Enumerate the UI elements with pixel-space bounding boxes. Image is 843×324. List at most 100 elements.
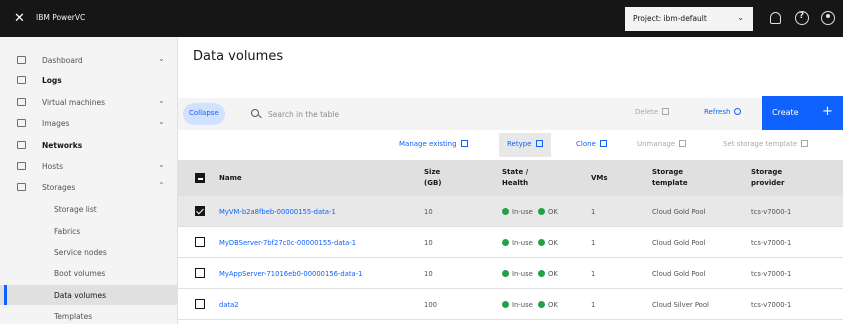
health-ok-icon bbox=[537, 239, 545, 246]
table-row[interactable]: data2 100 In-use OK 1 Cloud Silver Pool … bbox=[178, 289, 843, 320]
help-icon[interactable] bbox=[795, 11, 809, 25]
volume-size: 10 bbox=[424, 208, 433, 216]
unmanage-icon bbox=[679, 140, 687, 147]
sidebar-subitem-storage-list[interactable]: Storage list bbox=[0, 199, 178, 219]
row-checkbox[interactable] bbox=[195, 268, 205, 278]
sidebar-subitem-label: Data volumes bbox=[54, 291, 106, 300]
unmanage-label: Unmanage bbox=[637, 140, 676, 148]
project-selector[interactable]: Project: ibm-default ⌄ bbox=[625, 7, 753, 31]
logs-icon bbox=[17, 76, 26, 84]
column-header-name[interactable]: Name bbox=[219, 173, 242, 184]
column-header-size[interactable]: Size (GB) bbox=[424, 167, 452, 189]
delete-label: Delete bbox=[635, 108, 658, 116]
row-checkbox[interactable] bbox=[195, 206, 205, 216]
clone-icon bbox=[599, 140, 607, 147]
sidebar-item-logs[interactable]: Logs bbox=[0, 70, 178, 90]
app-name: IBM PowerVC bbox=[36, 13, 86, 22]
sidebar-nav: Dashboard ⌄ Logs Virtual machines ⌄ Imag… bbox=[0, 37, 178, 324]
row-checkbox[interactable] bbox=[195, 299, 205, 309]
collapse-button[interactable]: Collapse bbox=[183, 103, 225, 125]
table-row[interactable]: MyVM-b2a8fbeb-00000155-data-1 10 In-use … bbox=[178, 196, 843, 227]
column-header-storage-template[interactable]: Storage template bbox=[652, 167, 702, 189]
retype-icon bbox=[535, 140, 543, 147]
volume-template: Cloud Gold Pool bbox=[652, 270, 706, 278]
volume-name-link[interactable]: MyAppServer-71016eb0-00000156-data-1 bbox=[219, 270, 363, 278]
state-text: In-use bbox=[512, 270, 533, 278]
network-icon bbox=[17, 141, 26, 149]
volume-name-link[interactable]: data2 bbox=[219, 301, 239, 309]
health-ok-icon bbox=[537, 208, 545, 215]
volume-provider: tcs-v7000-1 bbox=[751, 301, 792, 309]
select-all-checkbox[interactable] bbox=[195, 173, 205, 183]
table-row[interactable]: MyAppServer-71016eb0-00000156-data-1 10 … bbox=[178, 258, 843, 289]
clone-button[interactable]: Clone bbox=[576, 140, 607, 148]
plus-icon: + bbox=[822, 104, 833, 119]
status-ok-icon bbox=[502, 239, 509, 246]
sidebar-item-label: Networks bbox=[42, 141, 83, 150]
project-label: Project: ibm-default bbox=[633, 14, 707, 23]
sidebar-subitem-fabrics[interactable]: Fabrics bbox=[0, 221, 178, 241]
create-label: Create bbox=[772, 108, 799, 117]
column-header-state[interactable]: State / Health bbox=[502, 167, 544, 189]
volume-size: 10 bbox=[424, 270, 433, 278]
sidebar-subitem-label: Service nodes bbox=[54, 248, 107, 257]
chevron-down-icon: ⌄ bbox=[158, 96, 165, 105]
volume-name-link[interactable]: MyVM-b2a8fbeb-00000155-data-1 bbox=[219, 208, 336, 216]
row-checkbox[interactable] bbox=[195, 237, 205, 247]
sidebar-subitem-boot-volumes[interactable]: Boot volumes bbox=[0, 263, 178, 283]
volume-template: Cloud Silver Pool bbox=[652, 301, 709, 309]
clone-label: Clone bbox=[576, 140, 596, 148]
search-icon bbox=[251, 109, 259, 117]
health-ok-icon bbox=[537, 301, 545, 308]
health-ok-icon bbox=[537, 270, 545, 277]
notification-icon[interactable] bbox=[770, 12, 781, 24]
edit-icon bbox=[801, 140, 809, 147]
sidebar-item-virtual-machines[interactable]: Virtual machines ⌄ bbox=[0, 92, 178, 112]
set-storage-template-button[interactable]: Set storage template bbox=[723, 140, 809, 148]
volume-name-link[interactable]: MyDBServer-7bf27c0c-00000155-data-1 bbox=[219, 239, 356, 247]
volume-size: 10 bbox=[424, 239, 433, 247]
chevron-down-icon: ⌄ bbox=[158, 54, 165, 63]
sidebar-item-dashboard[interactable]: Dashboard ⌄ bbox=[0, 50, 178, 70]
row-actions-bar: Manage existing Retype Clone Unmanage Se… bbox=[178, 133, 843, 157]
volume-vms: 1 bbox=[591, 239, 596, 247]
delete-button[interactable]: Delete bbox=[635, 108, 669, 116]
unmanage-button[interactable]: Unmanage bbox=[637, 140, 687, 148]
volume-provider: tcs-v7000-1 bbox=[751, 239, 792, 247]
volume-state: In-use OK bbox=[502, 208, 558, 216]
page-title: Data volumes bbox=[193, 49, 284, 64]
sidebar-item-label: Storages bbox=[42, 183, 76, 192]
health-text: OK bbox=[547, 301, 558, 309]
volume-vms: 1 bbox=[591, 301, 596, 309]
sidebar-subitem-data-volumes[interactable]: Data volumes bbox=[0, 285, 178, 305]
sidebar-subitem-templates[interactable]: Templates bbox=[0, 306, 178, 324]
sidebar-subitem-service-nodes[interactable]: Service nodes bbox=[0, 242, 178, 262]
chevron-up-icon: ⌃ bbox=[158, 181, 165, 190]
status-ok-icon bbox=[502, 270, 509, 277]
create-button[interactable]: Create + bbox=[762, 96, 843, 130]
column-header-vms[interactable]: VMs bbox=[591, 173, 608, 184]
column-header-storage-provider[interactable]: Storage provider bbox=[751, 167, 801, 189]
close-icon[interactable]: ✕ bbox=[14, 11, 25, 26]
chevron-down-icon: ⌄ bbox=[158, 117, 165, 126]
search-input[interactable] bbox=[268, 107, 468, 121]
sidebar-subitem-label: Templates bbox=[54, 312, 93, 321]
sidebar-item-networks[interactable]: Networks bbox=[0, 135, 178, 155]
sidebar-item-images[interactable]: Images ⌄ bbox=[0, 113, 178, 133]
hosts-icon bbox=[17, 162, 26, 170]
vm-icon bbox=[17, 98, 26, 106]
refresh-button[interactable]: Refresh bbox=[704, 108, 742, 116]
user-icon[interactable] bbox=[821, 11, 835, 25]
retype-button[interactable]: Retype bbox=[499, 133, 551, 157]
table-row[interactable]: MyDBServer-7bf27c0c-00000155-data-1 10 I… bbox=[178, 227, 843, 258]
health-text: OK bbox=[547, 239, 558, 247]
dashboard-icon bbox=[17, 56, 26, 64]
sidebar-item-hosts[interactable]: Hosts ⌄ bbox=[0, 156, 178, 176]
sidebar-item-storages[interactable]: Storages ⌃ bbox=[0, 177, 178, 197]
status-ok-icon bbox=[502, 208, 509, 215]
volume-template: Cloud Gold Pool bbox=[652, 239, 706, 247]
sidebar-item-label: Hosts bbox=[42, 162, 63, 171]
refresh-icon bbox=[734, 108, 742, 115]
table-header: Name Size (GB) State / Health VMs Storag… bbox=[178, 160, 843, 196]
manage-existing-button[interactable]: Manage existing bbox=[399, 140, 468, 148]
